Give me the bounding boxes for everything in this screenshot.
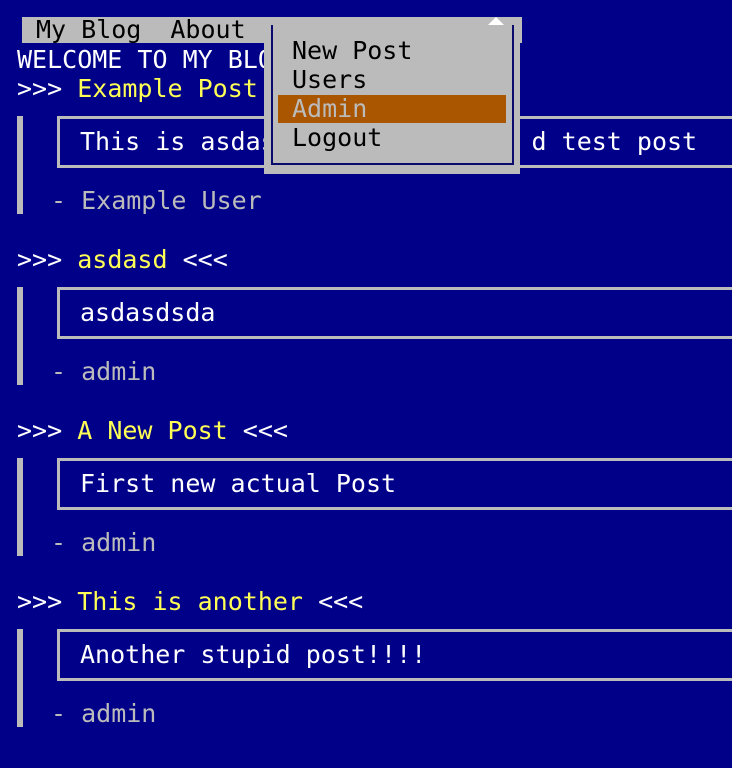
- post-card: >>> A New Post <<< First new actual Post…: [17, 416, 732, 557]
- post-title-link[interactable]: This is another: [77, 587, 303, 616]
- menu-about-link[interactable]: About: [141, 17, 245, 43]
- post-title: >>> asdasd <<<: [17, 245, 732, 275]
- post-title-prefix: >>>: [17, 245, 63, 274]
- menu-item-logout[interactable]: Logout: [278, 124, 506, 152]
- welcome-heading: WELCOME TO MY BLOG: [17, 45, 288, 74]
- post-card: >>> This is another <<< Another stupid p…: [17, 587, 732, 728]
- post-title: >>> A New Post <<<: [17, 416, 732, 446]
- post-content: Another stupid post!!!!: [57, 629, 732, 681]
- user-dropdown-menu: New Post Users Admin Logout: [264, 25, 520, 174]
- post-body: First new actual Post - admin: [17, 458, 732, 557]
- post-title-link[interactable]: asdasd: [77, 245, 167, 274]
- post-title: >>> This is another <<<: [17, 587, 732, 617]
- post-title-link[interactable]: Example Post: [77, 74, 258, 103]
- post-title-suffix: <<<: [318, 587, 364, 616]
- menu-item-new-post[interactable]: New Post: [278, 37, 506, 65]
- post-body: Another stupid post!!!! - admin: [17, 629, 732, 728]
- caret-up-icon: [488, 17, 504, 25]
- post-title-link[interactable]: A New Post: [77, 416, 228, 445]
- post-author: - admin: [51, 699, 157, 728]
- post-author: - admin: [51, 528, 157, 557]
- post-title-prefix: >>>: [17, 74, 63, 103]
- post-card: >>> asdasd <<< asdasdsda - admin: [17, 245, 732, 386]
- menu-item-admin[interactable]: Admin: [278, 95, 506, 123]
- post-content: asdasdsda: [57, 287, 732, 339]
- post-body: asdasdsda - admin: [17, 287, 732, 386]
- post-content: First new actual Post: [57, 458, 732, 510]
- menu-item-users[interactable]: Users: [278, 66, 506, 94]
- post-title-suffix: <<<: [182, 245, 228, 274]
- post-title-prefix: >>>: [17, 416, 63, 445]
- post-author: - admin: [51, 357, 157, 386]
- post-title-prefix: >>>: [17, 587, 63, 616]
- post-title-suffix: <<<: [242, 416, 288, 445]
- menu-home-link[interactable]: My Blog: [22, 17, 141, 43]
- post-author: - Example User: [51, 186, 262, 215]
